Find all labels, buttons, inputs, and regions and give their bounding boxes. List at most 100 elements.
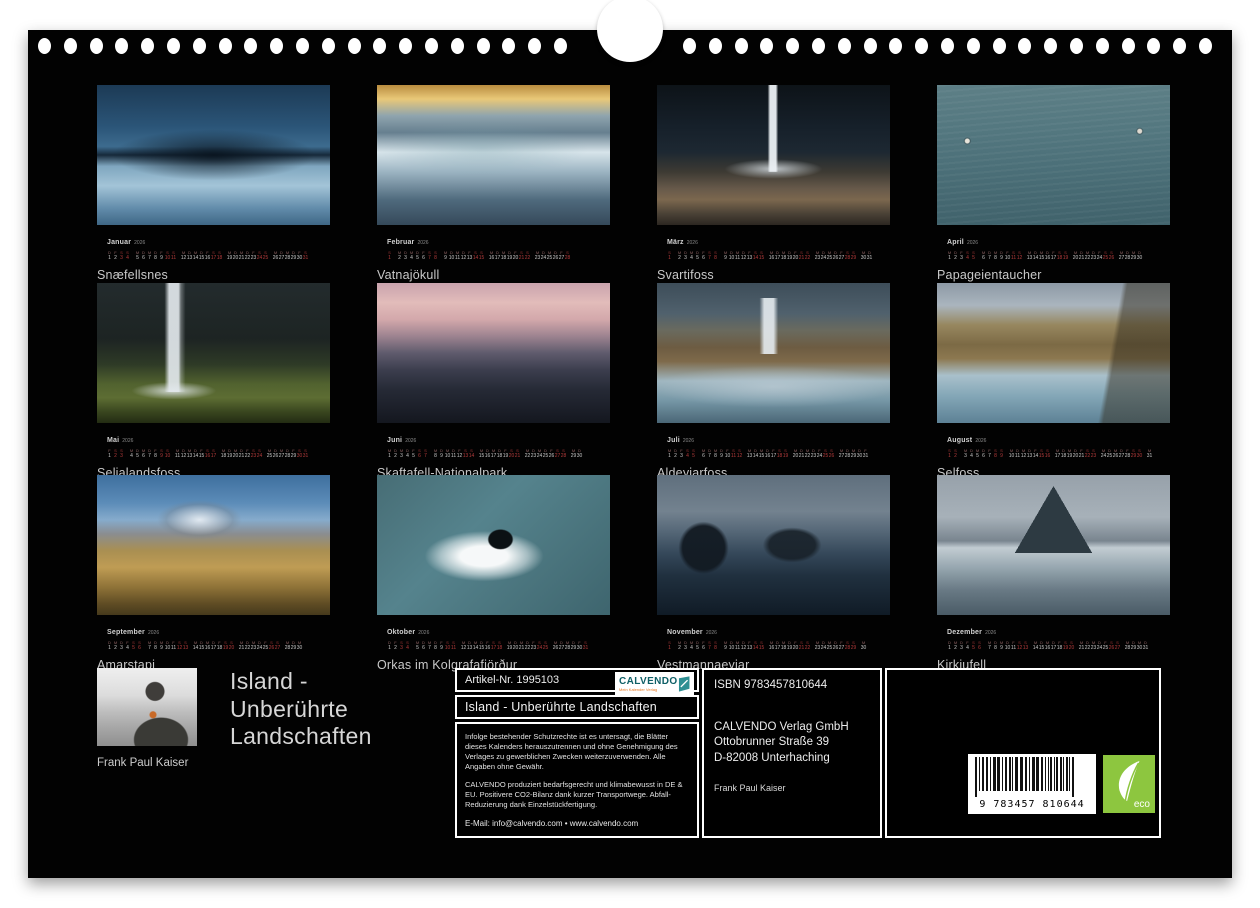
mini-calendar-day: S12 <box>1017 641 1022 652</box>
mini-calendar-day: D17 <box>211 641 216 652</box>
calvendo-logo: CALVENDO Mein Kalender Verlag <box>615 672 694 696</box>
mini-calendar-weeks: M1D2F3S4S5M6D7M8D9F10S11S12M13D14M15D16F… <box>947 251 1170 262</box>
mini-calendar-week: M6D7M8D9F10S11S12 <box>981 251 1022 262</box>
mini-calendar-day: M15 <box>479 449 484 460</box>
mini-calendar-day: F4 <box>125 641 130 652</box>
mini-calendar-day: D13 <box>187 251 192 262</box>
binding-hole <box>1070 38 1083 54</box>
mini-calendar-day: D10 <box>729 251 734 262</box>
mini-calendar-month-label: November2026 <box>667 621 890 639</box>
month-year: 2026 <box>975 438 986 444</box>
month-name: Juli <box>667 437 680 444</box>
mini-calendar-day: S11 <box>731 449 736 460</box>
mini-calendar-day: D26 <box>273 449 278 460</box>
mini-calendar-day: M12 <box>461 641 466 652</box>
mini-calendar-day: S1 <box>947 449 952 460</box>
mini-calendar-day: S26 <box>269 641 274 652</box>
mini-calendar-day: M11 <box>455 251 460 262</box>
mini-calendar-day: D10 <box>1005 641 1010 652</box>
mini-calendar-day: F13 <box>747 641 752 652</box>
mini-calendar-day: D22 <box>245 641 250 652</box>
mini-calendar-day: M13 <box>187 449 192 460</box>
month-name: November <box>667 629 703 636</box>
mini-calendar-day: D29 <box>571 641 576 652</box>
binding-hole <box>193 38 206 54</box>
mini-calendar-month-label: Juli2026 <box>667 429 890 447</box>
mini-calendar-day: S30 <box>297 449 302 460</box>
mini-calendar-day: D6 <box>981 449 986 460</box>
mini-calendar-day: M22 <box>805 449 810 460</box>
mini-calendar-day: S24 <box>257 251 262 262</box>
mini-calendar-day: M4 <box>689 251 694 262</box>
mini-calendar-day: M19 <box>1067 449 1072 460</box>
mini-calendar-day: D14 <box>753 449 758 460</box>
mini-calendar-day: D12 <box>741 251 746 262</box>
mini-calendar-day: S7 <box>707 641 712 652</box>
mini-calendar-day: D14 <box>1033 251 1038 262</box>
month-cell-april: April2026 M1D2F3S4S5M6D7M8D9F10S11S12M13D… <box>937 85 1170 282</box>
mini-calendar-day: F19 <box>503 449 508 460</box>
mini-calendar-day: M16 <box>1045 641 1050 652</box>
barcode-digits: 9 783457 810644 <box>968 800 1096 810</box>
mini-calendar-day: F27 <box>839 251 844 262</box>
binding-hole <box>373 38 386 54</box>
mini-calendar-day: D8 <box>153 641 158 652</box>
mini-calendar-day: D1 <box>107 251 112 262</box>
mini-calendar-day: D10 <box>729 641 734 652</box>
mini-calendar-day: F26 <box>549 449 554 460</box>
mini-calendar-weeks: D1F2S3S4M5D6M7D8F9S10S11M12D13M14D15F16S… <box>387 641 610 652</box>
mini-calendar-day: M6 <box>141 449 146 460</box>
mini-calendar-day: M19 <box>507 641 512 652</box>
mini-calendar-day: D6 <box>421 641 426 652</box>
mini-calendar-day: M25 <box>267 449 272 460</box>
mini-calendar-week: M13D14M15D16F17S18S19 <box>747 449 788 460</box>
mini-calendar-day: S22 <box>805 251 810 262</box>
mini-calendar-day: S12 <box>1017 251 1022 262</box>
mini-calendar-week: M26D27M28D29F30S31 <box>273 251 308 262</box>
mini-calendar-day: S19 <box>1063 251 1068 262</box>
mini-calendar-day: S21 <box>799 251 804 262</box>
mini-calendar-day: D31 <box>1143 641 1148 652</box>
mini-calendar-day: D19 <box>787 641 792 652</box>
mini-calendar-day: D5 <box>695 251 700 262</box>
mini-calendar-day: S14 <box>753 641 758 652</box>
mini-calendar-day: M14 <box>193 251 198 262</box>
mini-calendar-day: F30 <box>297 251 302 262</box>
mini-calendar-month-label: April2026 <box>947 231 1170 249</box>
publisher-name: CALVENDO Verlag GmbH <box>714 720 870 735</box>
mini-calendar-day: D20 <box>1073 449 1078 460</box>
mini-calendar-day: D31 <box>867 251 872 262</box>
binding-hole <box>270 38 283 54</box>
eco-label: eco <box>1134 799 1150 810</box>
mini-calendar-month-label: Oktober2026 <box>387 621 610 639</box>
title-line-1: Island - <box>230 668 372 696</box>
month-year: 2026 <box>967 240 978 246</box>
mini-calendar-day: F7 <box>987 449 992 460</box>
mini-calendar-day: S1 <box>667 641 672 652</box>
mini-calendar-day: D30 <box>857 449 862 460</box>
mini-calendar-day: S28 <box>561 449 566 460</box>
isbn-box-author: Frank Paul Kaiser <box>714 783 870 793</box>
mini-calendar-day: S17 <box>491 641 496 652</box>
mini-calendar-week: M25D26M27D28F29S30S31 <box>267 449 308 460</box>
mini-calendar-month-label: August2026 <box>947 429 1170 447</box>
mini-calendar-day: S31 <box>583 641 588 652</box>
mini-calendar-weeks: M1D2M3D4F5S6S7M8D9M10D11F12S13S14M15D16M… <box>387 449 610 460</box>
month-name: Januar <box>107 239 131 246</box>
photo-caption-vatnaj-kull: Vatnajökull <box>377 268 610 282</box>
mini-calendar-day: S10 <box>165 449 170 460</box>
mini-calendar-day: M2 <box>677 251 682 262</box>
mini-calendar-day: S27 <box>555 449 560 460</box>
mini-calendar-day: F18 <box>1057 641 1062 652</box>
mini-calendar-day: D22 <box>1085 641 1090 652</box>
mini-calendar-day: M4 <box>689 641 694 652</box>
binding-hole <box>399 38 412 54</box>
mini-calendar-day: F21 <box>1079 449 1084 460</box>
mini-calendar-day: S25 <box>263 251 268 262</box>
mini-calendar-day: S18 <box>497 641 502 652</box>
mini-calendar-week: D1M2D3F4S5S6 <box>107 641 142 652</box>
mini-calendar-week: M1D2M3D4F5S6S7 <box>387 449 428 460</box>
mini-calendar-day: S29 <box>851 641 856 652</box>
mini-calendar-day: D3 <box>959 641 964 652</box>
mini-calendar-day: S11 <box>1011 251 1016 262</box>
